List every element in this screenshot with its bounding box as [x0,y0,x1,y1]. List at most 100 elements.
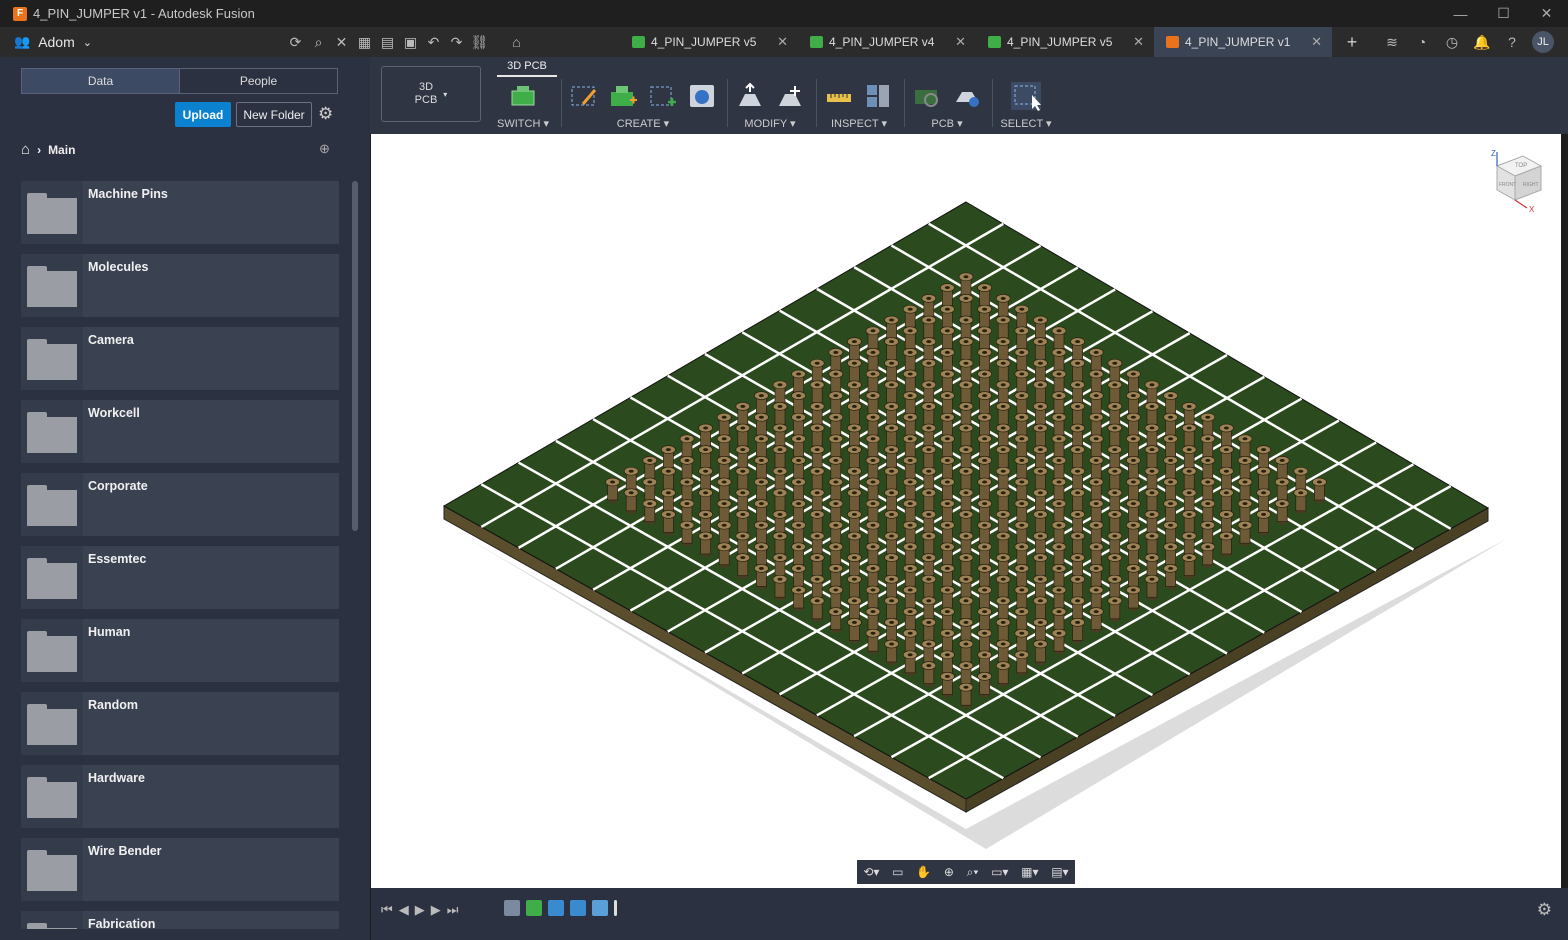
machine-pin[interactable] [1014,348,1030,374]
pcb-menu[interactable]: PCB ▾ [911,117,983,130]
machine-pin[interactable] [1070,553,1085,579]
machine-pin[interactable] [1088,585,1104,611]
machine-pin[interactable] [1293,488,1309,514]
machine-pin[interactable] [902,499,918,525]
notifications-icon[interactable]: 🔔 [1472,34,1492,51]
machine-pin[interactable] [1088,542,1104,568]
machine-pin[interactable] [940,650,955,676]
list-item[interactable]: Human [21,619,339,682]
cube-face-right[interactable]: RIGHT [1523,182,1539,188]
machine-pin[interactable] [902,607,918,633]
machine-pin[interactable] [958,661,974,687]
list-item[interactable]: Machine Pins [21,181,339,244]
list-item[interactable]: Essemtec [21,546,339,609]
breadcrumb-main[interactable]: Main [48,143,75,157]
machine-pin[interactable] [1088,456,1104,482]
machine-pin[interactable] [1200,456,1216,482]
machine-pin[interactable] [679,520,695,547]
machine-pin[interactable] [1088,477,1104,503]
machine-pin[interactable] [1200,499,1216,525]
machine-pin[interactable] [754,434,769,460]
machine-pin[interactable] [754,391,769,417]
link-icon[interactable]: ⛓ [468,34,491,51]
machine-pin[interactable] [847,596,862,622]
machine-pin[interactable] [1014,499,1030,525]
machine-pin[interactable] [1014,369,1030,395]
machine-pin[interactable] [1051,499,1067,525]
machine-pin[interactable] [1033,553,1048,579]
machine-pin[interactable] [1014,585,1030,611]
machine-pin[interactable] [847,423,862,449]
job-status-icon[interactable]: ◷ [1442,34,1462,51]
machine-pin[interactable] [791,585,806,611]
switch-menu[interactable]: SWITCH ▾ [495,117,551,130]
refresh-icon[interactable]: ⟳ [284,34,307,51]
machine-pin[interactable] [661,510,676,536]
machine-pin[interactable] [735,553,751,579]
machine-pin[interactable] [977,499,992,525]
machine-pin[interactable] [791,391,806,417]
play-icon[interactable]: ▶ [415,902,425,918]
create-menu[interactable]: CREATE ▾ [568,117,718,130]
machine-pin[interactable] [1051,607,1067,633]
machine-pin[interactable] [1107,531,1123,557]
look-at-icon[interactable]: ▭ [892,865,903,879]
new-tab-icon[interactable]: + [1332,27,1372,57]
list-item[interactable]: Workcell [21,400,339,463]
machine-pin[interactable] [958,682,974,709]
tab-data[interactable]: Data [22,69,179,93]
create-component-icon[interactable] [608,81,640,111]
machine-pin[interactable] [1014,434,1030,460]
machine-pin[interactable] [1200,542,1216,568]
pcb-3d-model[interactable] [371,134,1561,888]
measure-icon[interactable] [823,81,855,111]
timeline-feature-sketch-icon[interactable] [504,900,520,916]
machine-pin[interactable] [884,639,899,665]
machine-pin[interactable] [791,477,806,503]
machine-pin[interactable] [1237,520,1253,547]
render-box-icon[interactable] [687,81,719,111]
move-icon[interactable] [774,81,806,111]
machine-pin[interactable] [1107,445,1123,471]
machine-pin[interactable] [1107,488,1123,514]
machine-pin[interactable] [1051,628,1067,655]
machine-pin[interactable] [1088,348,1104,374]
display-settings-icon[interactable]: ▭▾ [991,865,1008,879]
machine-pin[interactable] [1274,456,1290,482]
machine-pin[interactable] [809,596,825,622]
machine-pin[interactable] [1014,628,1030,655]
close-tab-icon[interactable]: ✕ [1133,34,1144,50]
step-back-icon[interactable]: ◀ [399,902,409,918]
fit-icon[interactable]: ⌕▾ [967,865,979,880]
machine-pin[interactable] [1088,391,1104,417]
machine-pin[interactable] [1237,499,1253,525]
machine-pin[interactable] [940,607,955,633]
grid-settings-icon[interactable]: ▦▾ [1021,865,1038,879]
machine-pin[interactable] [791,542,806,568]
machine-pin[interactable] [1181,553,1197,579]
document-tab-4[interactable]: 4_PIN_JUMPER v1 ✕ [1154,27,1332,57]
machine-pin[interactable] [698,445,713,471]
tab-3d-pcb[interactable]: 3D PCB [497,60,557,77]
online-status-icon[interactable]: ◔ [1412,34,1432,50]
machine-pin[interactable] [1181,402,1197,428]
globe-icon[interactable]: ⊕ [319,141,330,157]
machine-pin[interactable] [698,531,713,557]
home-icon[interactable]: ⌂ [21,141,30,158]
close-window-icon[interactable]: ✕ [1525,0,1568,27]
machine-pin[interactable] [1088,607,1104,633]
machine-pin[interactable] [698,488,713,514]
machine-pin[interactable] [1312,477,1327,503]
select-menu[interactable]: SELECT ▾ [996,117,1056,130]
cube-face-front[interactable]: FRONT [1499,182,1516,188]
home-icon[interactable]: ⌂ [505,34,528,50]
step-forward-icon[interactable]: ▶ [431,902,441,918]
extensions-icon[interactable]: ≋ [1382,34,1402,51]
minimize-icon[interactable]: — [1439,0,1482,27]
sketch-icon[interactable] [568,81,600,111]
machine-pin[interactable] [847,402,862,428]
avatar[interactable]: JL [1532,31,1554,53]
machine-pin[interactable] [921,661,937,687]
list-item[interactable]: Corporate [21,473,339,536]
press-pull-icon[interactable] [734,81,766,111]
